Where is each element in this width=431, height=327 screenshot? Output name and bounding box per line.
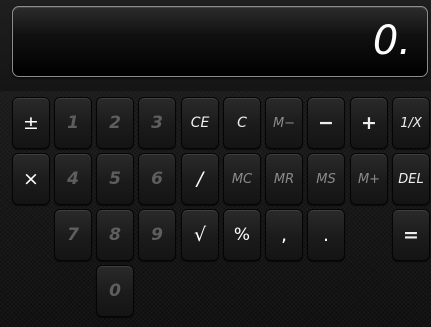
multiply-button[interactable]: × (12, 153, 50, 205)
memory-add-button[interactable]: M+ (350, 153, 388, 205)
comma-button[interactable]: , (265, 209, 303, 261)
digit-3-button[interactable]: 3 (138, 97, 176, 149)
memory-recall-button[interactable]: MR (265, 153, 303, 205)
calculator-display: 0. (12, 6, 428, 77)
decimal-point-button[interactable]: . (307, 209, 345, 261)
divide-button[interactable]: / (181, 153, 219, 205)
memory-store-button[interactable]: MS (307, 153, 345, 205)
digit-5-button[interactable]: 5 (96, 153, 134, 205)
digit-1-button[interactable]: 1 (54, 97, 92, 149)
reciprocal-button[interactable]: 1/X (392, 97, 430, 149)
display-value: 0. (372, 18, 411, 64)
equals-button[interactable]: = (392, 209, 430, 261)
delete-button[interactable]: DEL (392, 153, 430, 205)
digit-6-button[interactable]: 6 (138, 153, 176, 205)
digit-0-button[interactable]: 0 (96, 265, 134, 317)
digit-8-button[interactable]: 8 (96, 209, 134, 261)
digit-2-button[interactable]: 2 (96, 97, 134, 149)
digit-7-button[interactable]: 7 (54, 209, 92, 261)
clear-entry-button[interactable]: CE (181, 97, 219, 149)
percent-button[interactable]: % (223, 209, 261, 261)
clear-button[interactable]: C (223, 97, 261, 149)
digit-4-button[interactable]: 4 (54, 153, 92, 205)
memory-subtract-button[interactable]: M− (265, 97, 303, 149)
digit-9-button[interactable]: 9 (138, 209, 176, 261)
add-button[interactable]: + (350, 97, 388, 149)
memory-clear-button[interactable]: MC (223, 153, 261, 205)
keypad: ± 1 2 3 CE C M− − + 1/X × 4 5 6 / MC MR … (0, 91, 431, 327)
square-root-button[interactable]: √ (181, 209, 219, 261)
subtract-button[interactable]: − (307, 97, 345, 149)
plus-minus-button[interactable]: ± (12, 97, 50, 149)
